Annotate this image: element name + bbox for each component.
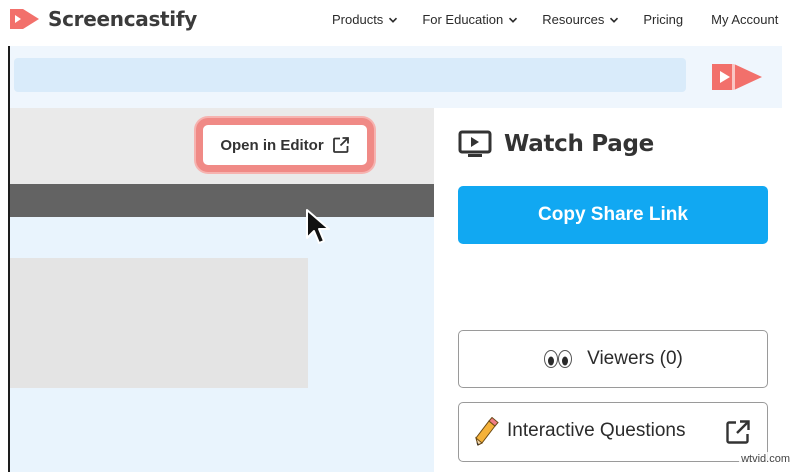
nav-my-account-label: My Account bbox=[711, 12, 779, 27]
monitor-play-icon bbox=[458, 130, 492, 157]
viewers-label: Viewers (0) bbox=[587, 348, 683, 369]
address-bar-placeholder bbox=[14, 58, 686, 92]
watch-page-heading: Watch Page bbox=[458, 130, 654, 158]
watch-page-panel: Watch Page Copy Share Link Viewers (0) I… bbox=[434, 108, 782, 472]
video-panel: Open in Editor bbox=[10, 108, 434, 472]
interactive-questions-label: Interactive Questions bbox=[507, 420, 686, 441]
app-header bbox=[10, 46, 782, 108]
primary-nav: Products For Education Resources Pricing… bbox=[332, 12, 778, 27]
nav-for-education-label: For Education bbox=[422, 12, 504, 27]
mouse-pointer-icon bbox=[306, 209, 330, 244]
nav-resources[interactable]: Resources bbox=[542, 12, 619, 27]
nav-pricing-label: Pricing bbox=[643, 12, 684, 27]
chevron-down-icon bbox=[389, 17, 398, 23]
external-link-icon bbox=[332, 137, 349, 153]
chevron-down-icon bbox=[610, 17, 619, 23]
nav-resources-label: Resources bbox=[542, 12, 605, 27]
nav-my-account[interactable]: My Account bbox=[711, 12, 778, 27]
top-navigation: Screencastify Products For Education Res… bbox=[0, 0, 800, 40]
chevron-down-icon bbox=[509, 17, 518, 23]
video-player-bar bbox=[10, 184, 434, 217]
viewers-button[interactable]: Viewers (0) bbox=[458, 330, 768, 388]
nav-products[interactable]: Products bbox=[332, 12, 398, 27]
screencastify-logo-icon bbox=[10, 9, 39, 29]
copy-share-link-label: Copy Share Link bbox=[538, 204, 688, 225]
screencastify-logo-icon bbox=[712, 64, 762, 90]
nav-for-education[interactable]: For Education bbox=[422, 12, 518, 27]
brand-name: Screencastify bbox=[48, 7, 198, 31]
interactive-questions-button[interactable]: Interactive Questions bbox=[458, 402, 768, 462]
external-link-icon bbox=[726, 420, 750, 444]
watch-page-title: Watch Page bbox=[504, 131, 654, 157]
nav-pricing[interactable]: Pricing bbox=[643, 12, 683, 27]
open-in-editor-button[interactable]: Open in Editor bbox=[196, 118, 374, 172]
eyes-icon bbox=[544, 350, 573, 368]
app-screenshot: Open in Editor Watch Page Copy Share Lin… bbox=[8, 46, 782, 472]
nav-products-label: Products bbox=[332, 12, 384, 27]
copy-share-link-button[interactable]: Copy Share Link bbox=[458, 186, 768, 244]
video-thumbnail-placeholder bbox=[10, 258, 308, 388]
brand[interactable]: Screencastify bbox=[8, 6, 197, 32]
open-in-editor-label: Open in Editor bbox=[220, 136, 324, 154]
pencil-icon bbox=[475, 417, 499, 446]
watermark: wtvid.com bbox=[739, 452, 792, 466]
